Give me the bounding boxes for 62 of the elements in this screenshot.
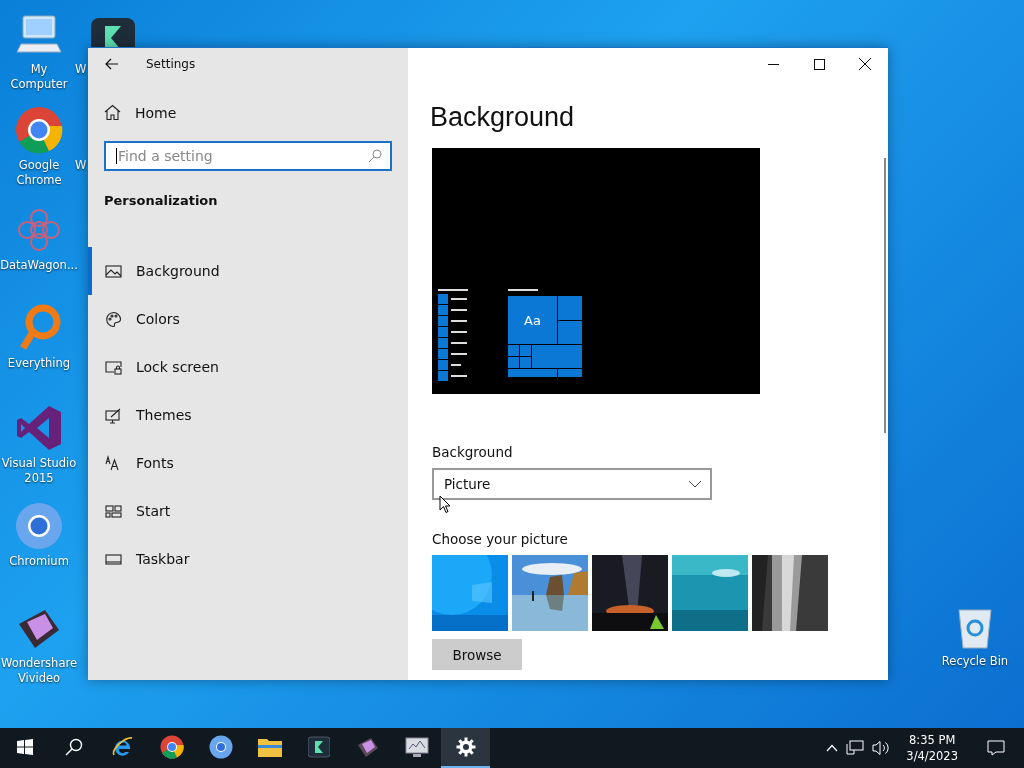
search-icon	[64, 738, 83, 756]
nav-item[interactable]: Fonts	[88, 439, 408, 487]
flower-icon	[15, 206, 63, 254]
icon-label: Chromium	[9, 554, 69, 569]
lock-screen-icon	[105, 358, 122, 376]
icon-label: DataWagon...	[0, 258, 78, 273]
chrome-icon	[15, 106, 63, 154]
background-dropdown[interactable]: Picture	[432, 468, 712, 500]
app-icon	[355, 735, 380, 759]
back-button[interactable]	[104, 56, 120, 72]
nav-item[interactable]: Themes	[88, 391, 408, 439]
chrome-icon	[159, 735, 184, 759]
monitor-icon	[404, 736, 429, 758]
icon-label: Google Chrome	[15, 158, 63, 188]
caret-icon[interactable]	[826, 744, 839, 752]
nav-item[interactable]: Start	[88, 487, 408, 535]
field-label: Choose your picture	[432, 531, 569, 547]
recycle-bin-icon	[955, 606, 995, 650]
icon-label: Everything	[7, 356, 71, 371]
window-title: Settings	[146, 57, 196, 71]
home-link[interactable]: Home	[104, 104, 177, 121]
nav-item[interactable]: Lock screen	[88, 343, 408, 391]
icon-label: My Computer	[9, 62, 69, 92]
taskbar-button[interactable]	[441, 728, 490, 768]
chevron-icon	[688, 480, 702, 488]
internet-explorer-icon	[110, 735, 135, 759]
home-icon	[104, 104, 121, 121]
tile-text: Aa	[508, 296, 557, 344]
search-input[interactable]: Find a setting	[116, 148, 368, 164]
icon-label: Visual Studio 2015	[1, 456, 77, 486]
folder-icon	[257, 737, 282, 757]
chromium-icon	[15, 502, 63, 550]
nav-item[interactable]: Taskbar	[88, 535, 408, 583]
settings-icon	[455, 737, 476, 757]
windows-logo-icon	[16, 739, 33, 755]
visual-studio-icon	[15, 404, 63, 452]
clock[interactable]: 8:35 PM 3/4/2023	[898, 732, 966, 764]
image-icon	[105, 262, 122, 280]
themes-icon	[105, 406, 122, 424]
cursor-icon	[439, 495, 451, 514]
search-icon	[368, 149, 382, 163]
search-field[interactable]: Find a setting	[104, 141, 392, 171]
icon-label: Recycle Bin	[941, 654, 1009, 669]
nav-item[interactable]: Colors	[88, 295, 408, 343]
scrollbar[interactable]	[884, 158, 886, 433]
section-heading: Personalization	[104, 193, 219, 208]
field-label: Background	[432, 444, 514, 460]
icon-label: Wondershare Vivideo	[1, 656, 77, 686]
app-icon	[307, 736, 330, 758]
palette-icon	[105, 310, 122, 328]
page-heading: Background	[430, 102, 576, 133]
maximize-icon	[813, 58, 825, 70]
icon-label: W	[75, 62, 87, 77]
fonts-icon	[105, 454, 122, 472]
start-icon	[105, 502, 122, 520]
minimize-icon	[767, 63, 779, 65]
volume-icon[interactable]	[872, 740, 891, 756]
icon-label: W	[75, 158, 87, 173]
chromium-icon	[208, 735, 233, 759]
close-icon	[859, 58, 871, 70]
network-icon[interactable]	[846, 740, 865, 756]
browse-button[interactable]: Browse	[432, 639, 522, 670]
